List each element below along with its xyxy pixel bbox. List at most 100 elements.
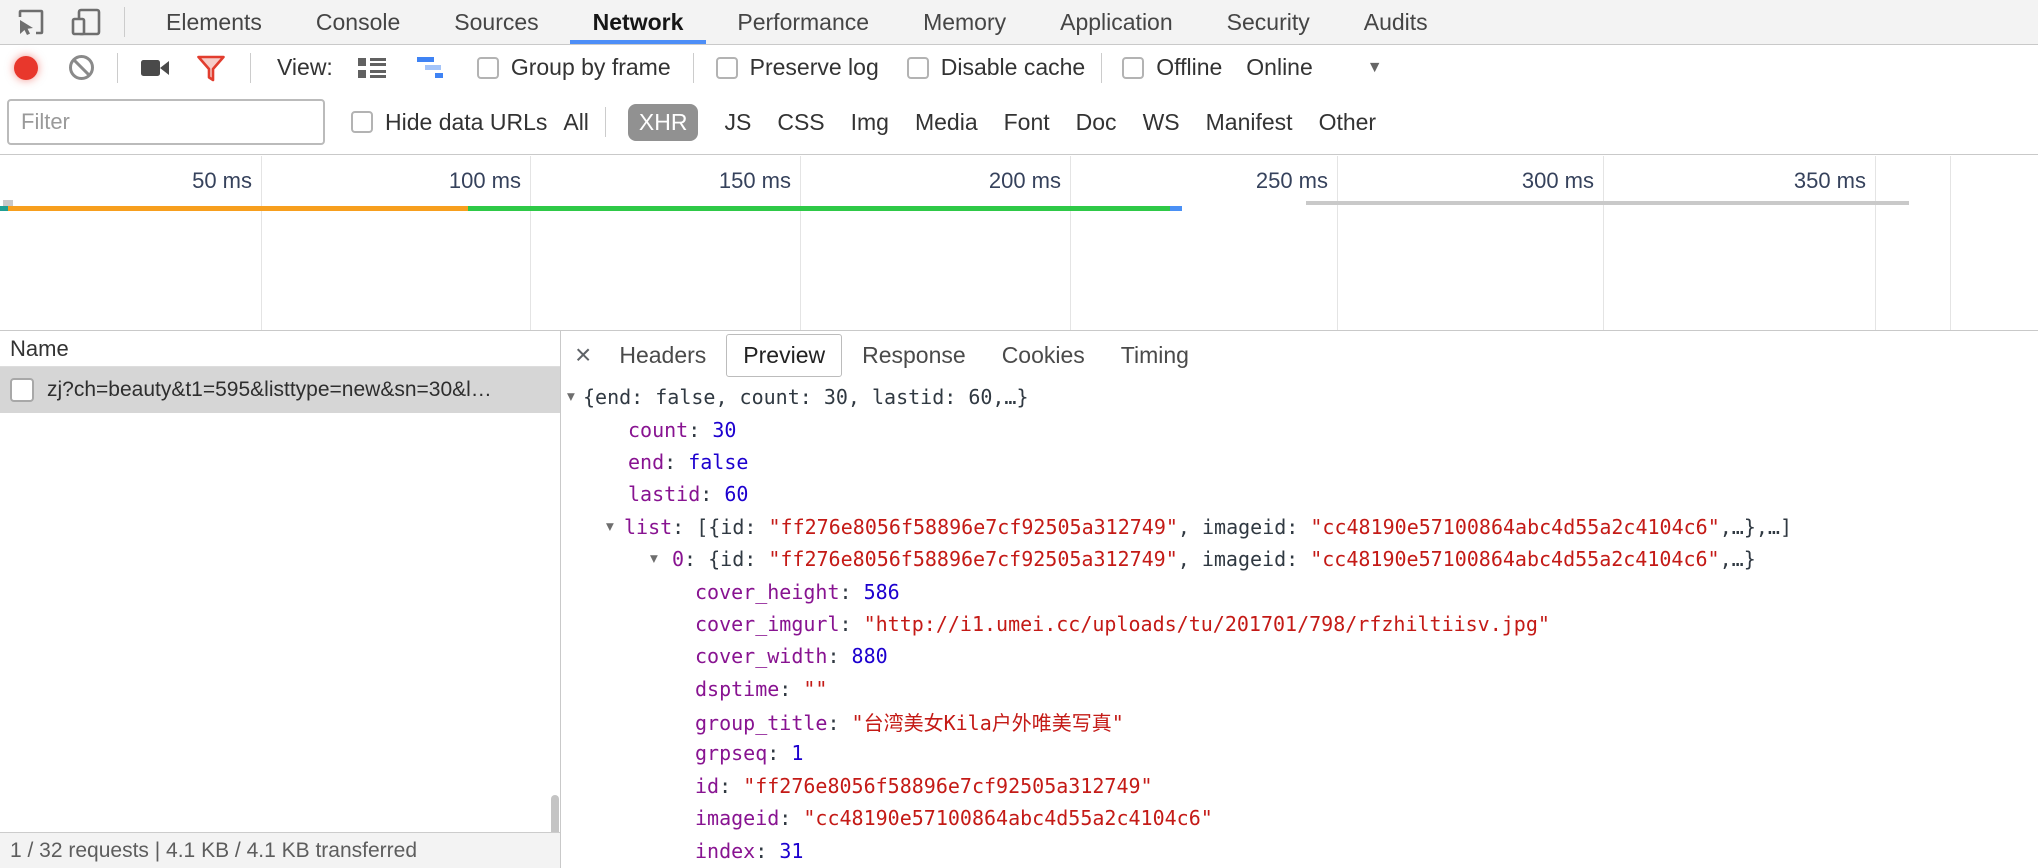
tree-row: end: false [561,446,2038,478]
tree-row: index: 31 [561,834,2038,866]
timeline-gridline [530,156,531,330]
tree-row-text: cover_imgurl: "http://i1.umei.cc/uploads… [561,612,1550,636]
filter-type-other[interactable]: Other [1319,109,1377,136]
device-toolbar-icon[interactable] [70,7,102,37]
tree-row: dsptime: "" [561,673,2038,705]
toolbar-separator [117,53,118,83]
tree-row: id: "ff276e8056f58896e7cf92505a312749" [561,770,2038,802]
tab-audits[interactable]: Audits [1337,0,1455,44]
network-toolbar: View: Group by frame Preserve log Disabl… [0,45,2038,90]
panel-divider[interactable] [560,331,561,868]
tab-response[interactable]: Response [846,335,982,376]
tab-elements[interactable]: Elements [139,0,289,44]
tab-timing[interactable]: Timing [1105,335,1205,376]
filter-type-xhr[interactable]: XHR [628,104,699,141]
offline-checkbox[interactable] [1122,57,1144,79]
tree-row-text: {end: false, count: 30, lastid: 60,…} [561,385,1029,409]
tab-application[interactable]: Application [1033,0,1200,44]
name-column-label: Name [10,336,69,362]
filter-type-all[interactable]: All [563,109,589,136]
filter-input[interactable] [7,99,325,145]
timeline-tick-label: 150 ms [719,168,791,194]
tree-row-text: lastid: 60 [561,482,748,506]
toolbar-separator [693,53,694,83]
timeline-tick-label: 350 ms [1794,168,1866,194]
tree-row-text: id: "ff276e8056f58896e7cf92505a312749" [561,774,1153,798]
chevron-down-icon[interactable]: ▼ [1367,59,1383,77]
timeline-gridline [800,156,801,330]
timeline-overview-segment-waiting [8,206,468,211]
filter-type-media[interactable]: Media [915,109,978,136]
tree-expand-arrow-icon[interactable]: ▼ [650,552,658,567]
left-panel-scrollbar[interactable] [551,795,559,837]
timeline-gridline [1337,156,1338,330]
requests-panel: Name zj?ch=beauty&t1=595&listtype=new&sn… [0,331,560,868]
devtools-tab-bar: Elements Console Sources Network Perform… [0,0,2038,45]
timeline-tick-label: 250 ms [1256,168,1328,194]
tree-row: grpseq: 1 [561,737,2038,769]
tab-network[interactable]: Network [566,0,711,44]
capture-screenshots-icon[interactable] [140,57,170,79]
tree-row: imageid: "cc48190e57100864abc4d55a2c4104… [561,802,2038,834]
filter-type-img[interactable]: Img [851,109,889,136]
devtools-network-panel: { "devtools_tabs": { "items": [ {"label"… [0,0,2038,868]
filter-type-doc[interactable]: Doc [1076,109,1117,136]
timeline-gridline [1070,156,1071,330]
tab-cookies[interactable]: Cookies [986,335,1101,376]
view-list-icon[interactable] [357,55,387,81]
timeline-tick-label: 100 ms [449,168,521,194]
clear-icon[interactable] [68,54,95,81]
requests-summary-bar: 1 / 32 requests | 4.1 KB / 4.1 KB transf… [0,832,560,868]
close-icon[interactable]: × [575,341,591,369]
toolbar-separator [1101,53,1102,83]
toolbar-separator [250,53,251,83]
timeline-overview-segment-content [468,206,1170,211]
tree-row-text: cover_width: 880 [561,644,888,668]
filter-type-css[interactable]: CSS [777,109,824,136]
toolbar-separator [124,7,125,37]
tab-console[interactable]: Console [289,0,427,44]
filter-type-manifest[interactable]: Manifest [1206,109,1293,136]
tree-row-text: imageid: "cc48190e57100864abc4d55a2c4104… [561,806,1213,830]
disable-cache-label: Disable cache [941,54,1085,81]
tab-memory[interactable]: Memory [896,0,1033,44]
timeline-overview-segment-tip [1170,206,1182,211]
tab-performance[interactable]: Performance [710,0,896,44]
tree-row-text: end: false [561,450,748,474]
tab-preview[interactable]: Preview [726,334,842,377]
filter-separator [605,107,606,137]
request-row[interactable]: zj?ch=beauty&t1=595&listtype=new&sn=30&l… [0,367,560,413]
filter-type-ws[interactable]: WS [1143,109,1180,136]
preserve-log-checkbox[interactable] [716,57,738,79]
disable-cache-checkbox[interactable] [907,57,929,79]
timeline-end-gridline [1950,156,1951,330]
timeline-tick-label: 200 ms [989,168,1061,194]
tree-expand-arrow-icon[interactable]: ▼ [567,390,575,405]
tab-security[interactable]: Security [1200,0,1337,44]
tab-headers[interactable]: Headers [603,335,722,376]
record-button[interactable] [14,56,38,80]
filter-funnel-icon[interactable] [196,54,226,82]
network-filter-bar: Hide data URLs All XHR JS CSS Img Media … [0,90,2038,155]
request-detail-panel: × Headers Preview Response Cookies Timin… [561,331,2038,868]
throttling-select-value[interactable]: Online [1246,54,1312,81]
timeline-gridline [1603,156,1604,330]
name-column-header[interactable]: Name [0,331,560,367]
tab-sources[interactable]: Sources [427,0,565,44]
inspect-element-icon[interactable] [16,7,46,37]
filter-type-js[interactable]: JS [724,109,751,136]
group-by-frame-checkbox[interactable] [477,57,499,79]
preview-tree[interactable]: ▼{end: false, count: 30, lastid: 60,…}co… [561,379,2038,868]
timeline-overview[interactable]: 50 ms100 ms150 ms200 ms250 ms300 ms350 m… [0,156,2038,330]
request-checkbox[interactable] [10,378,34,402]
detail-tab-bar: × Headers Preview Response Cookies Timin… [561,331,2038,379]
view-waterfall-icon[interactable] [417,55,447,81]
timeline-gridline [1875,156,1876,330]
hide-data-urls-checkbox[interactable] [351,111,373,133]
tree-expand-arrow-icon[interactable]: ▼ [606,519,614,534]
offline-label: Offline [1156,54,1222,81]
filter-type-font[interactable]: Font [1004,109,1050,136]
tree-row: cover_height: 586 [561,575,2038,607]
view-label: View: [277,54,333,81]
tree-row-text: index: 31 [561,839,803,863]
